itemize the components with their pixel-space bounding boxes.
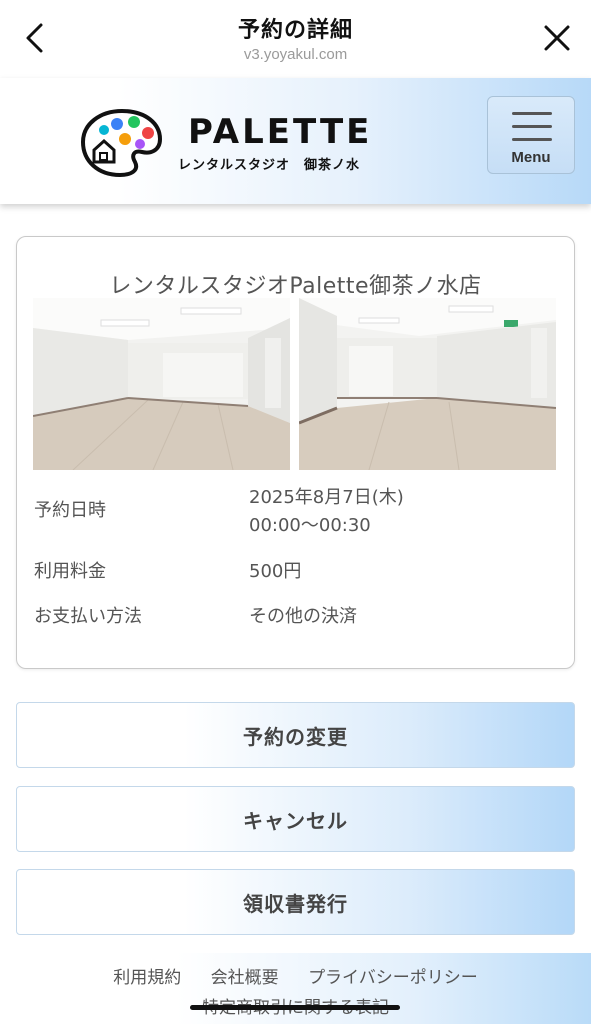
close-button[interactable] — [537, 18, 577, 58]
footer-links: 利用規約 会社概要 プライバシーポリシー — [0, 963, 591, 988]
label-usage-fee: 利用料金 — [34, 561, 106, 582]
menu-label: Menu — [511, 149, 551, 166]
footer-link-company[interactable]: 会社概要 — [211, 968, 279, 988]
value-payment-method: その他の決済 — [249, 606, 357, 627]
label-reservation-datetime: 予約日時 — [34, 500, 106, 521]
value-reservation-time: 00:00〜00:30 — [249, 515, 371, 536]
home-indicator — [190, 1005, 400, 1010]
footer-link-privacy[interactable]: プライバシーポリシー — [308, 968, 478, 988]
value-usage-fee: 500円 — [249, 561, 302, 582]
reservation-card: レンタルスタジオPalette御茶ノ水店 予約日時 2025年8月7日(木) 0… — [16, 236, 575, 669]
page-title: 予約の詳細 — [237, 18, 353, 43]
browser-top-bar: 予約の詳細 v3.yoyakul.com — [0, 0, 591, 78]
brand-name: PALETTE — [188, 112, 373, 152]
brand-subtitle: レンタルスタジオ 御茶ノ水 — [178, 158, 361, 173]
site-logo[interactable]: PALETTE レンタルスタジオ 御茶ノ水 — [80, 106, 380, 178]
label-payment-method: お支払い方法 — [34, 606, 142, 627]
palette-logo-icon — [80, 108, 163, 178]
change-reservation-button[interactable]: 予約の変更 — [16, 702, 575, 768]
menu-button[interactable]: Menu — [487, 96, 575, 174]
value-reservation-date: 2025年8月7日(木) — [249, 487, 404, 508]
site-footer: 利用規約 会社概要 プライバシーポリシー 特定商取引に関する表記 — [0, 953, 591, 1024]
footer-link-terms[interactable]: 利用規約 — [113, 968, 181, 988]
issue-receipt-button[interactable]: 領収書発行 — [16, 869, 575, 935]
studio-photo-1 — [33, 298, 290, 470]
close-icon — [544, 25, 570, 51]
page-url: v3.yoyakul.com — [243, 46, 348, 63]
studio-photo-2 — [299, 298, 556, 470]
cancel-reservation-button[interactable]: キャンセル — [16, 786, 575, 852]
studio-name: レンタルスタジオPalette御茶ノ水店 — [109, 274, 482, 299]
